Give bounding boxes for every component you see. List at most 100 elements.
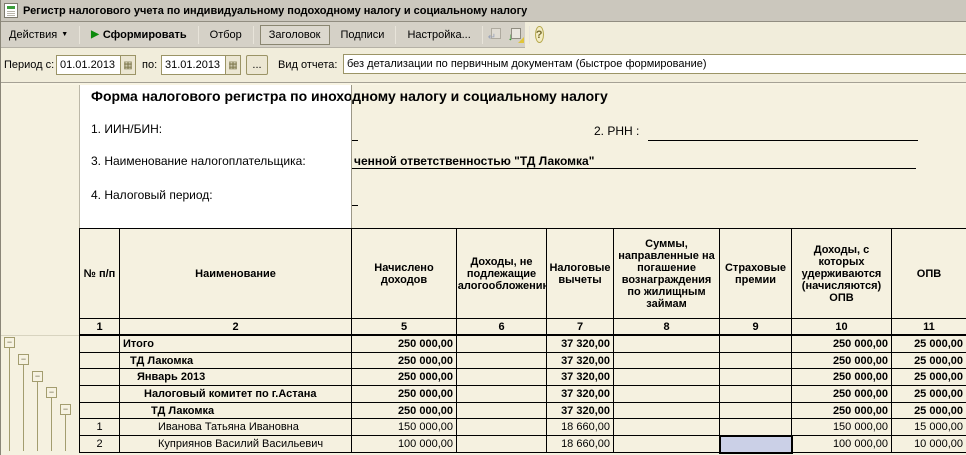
value-cell[interactable]	[720, 369, 792, 386]
value-cell[interactable]: 25 000,00	[892, 353, 966, 370]
value-cell[interactable]	[614, 353, 720, 370]
name-cell[interactable]: Итого	[120, 336, 352, 353]
name-cell[interactable]: Иванова Татьяна Ивановна	[120, 419, 352, 436]
actions-menu-button[interactable]: Действия ▼	[1, 24, 76, 46]
report-type-input[interactable]: без детализации по первичным документам …	[343, 54, 966, 74]
value-cell[interactable]: 25 000,00	[892, 403, 966, 420]
period-from-input[interactable]: 01.01.2013 ▦	[56, 55, 136, 75]
value-cell[interactable]	[457, 353, 547, 370]
name-cell[interactable]: Налоговый комитет по г.Астана	[120, 386, 352, 403]
value-cell[interactable]	[457, 419, 547, 436]
name-cell[interactable]: Куприянов Василий Васильевич	[120, 436, 352, 453]
value-cell[interactable]	[614, 336, 720, 353]
column-header[interactable]: Наименование	[120, 229, 352, 319]
value-cell[interactable]	[614, 419, 720, 436]
collapse-group-button[interactable]: −	[60, 404, 71, 415]
name-cell[interactable]: ТД Лакомка	[120, 403, 352, 420]
column-header[interactable]: Доходы, с которых удерживаются (начисляю…	[792, 229, 892, 319]
value-cell[interactable]	[614, 403, 720, 420]
value-cell[interactable]	[457, 403, 547, 420]
value-cell[interactable]: 18 660,00	[547, 419, 614, 436]
value-cell[interactable]	[720, 419, 792, 436]
value-cell[interactable]	[457, 386, 547, 403]
row-number-cell[interactable]	[80, 386, 120, 403]
value-cell[interactable]: 37 320,00	[547, 403, 614, 420]
row-number-cell[interactable]: 2	[80, 436, 120, 453]
value-cell[interactable]: 150 000,00	[792, 419, 892, 436]
value-cell[interactable]	[720, 353, 792, 370]
value-cell[interactable]: 25 000,00	[892, 369, 966, 386]
value-cell[interactable]	[614, 386, 720, 403]
row-number-cell[interactable]	[80, 403, 120, 420]
settings-button[interactable]: Настройка...	[399, 24, 478, 46]
value-cell[interactable]: 250 000,00	[352, 403, 457, 420]
value-cell[interactable]	[457, 436, 547, 453]
collapse-group-button[interactable]: −	[32, 371, 43, 382]
value-cell[interactable]: 100 000,00	[352, 436, 457, 453]
column-header[interactable]: Начислено доходов	[352, 229, 457, 319]
value-cell[interactable]: 37 320,00	[547, 369, 614, 386]
row-number-cell[interactable]: 1	[80, 419, 120, 436]
value-cell[interactable]: 25 000,00	[892, 336, 966, 353]
value-cell[interactable]	[720, 336, 792, 353]
value-cell[interactable]: 250 000,00	[792, 369, 892, 386]
generate-report-button[interactable]: ▶ Сформировать	[83, 24, 195, 46]
value-cell[interactable]: 250 000,00	[792, 403, 892, 420]
value-cell[interactable]: 250 000,00	[352, 353, 457, 370]
value-cell[interactable]: 250 000,00	[352, 369, 457, 386]
column-header[interactable]: Доходы, не подлежащие налогообложению	[457, 229, 547, 319]
value-cell[interactable]: 250 000,00	[352, 336, 457, 353]
value-cell[interactable]: 250 000,00	[792, 336, 892, 353]
column-number[interactable]: 1	[80, 319, 120, 336]
column-header[interactable]: Страховые премии	[720, 229, 792, 319]
calendar-icon[interactable]: ▦	[225, 56, 240, 74]
collapse-group-button[interactable]: −	[4, 337, 15, 348]
value-cell[interactable]: 100 000,00	[792, 436, 892, 453]
column-header[interactable]: ОПВ	[892, 229, 966, 319]
column-number[interactable]: 5	[352, 319, 457, 336]
value-cell[interactable]: 37 320,00	[547, 336, 614, 353]
row-number-cell[interactable]	[80, 369, 120, 386]
period-to-input[interactable]: 31.01.2013 ▦	[161, 55, 241, 75]
collapse-group-button[interactable]: −	[18, 354, 29, 365]
column-header[interactable]: Налоговые вычеты	[547, 229, 614, 319]
value-cell[interactable]: 37 320,00	[547, 386, 614, 403]
row-number-cell[interactable]	[80, 353, 120, 370]
value-cell[interactable]: 250 000,00	[352, 386, 457, 403]
name-cell[interactable]: Январь 2013	[120, 369, 352, 386]
value-cell[interactable]: 250 000,00	[792, 353, 892, 370]
value-cell[interactable]: 250 000,00	[792, 386, 892, 403]
period-picker-button[interactable]: ...	[246, 55, 268, 75]
value-cell[interactable]: 18 660,00	[547, 436, 614, 453]
signatures-button[interactable]: Подписи	[333, 24, 393, 46]
column-number[interactable]: 2	[120, 319, 352, 336]
column-header[interactable]: Суммы, направленные на погашение вознагр…	[614, 229, 720, 319]
value-cell[interactable]	[614, 436, 720, 453]
value-cell[interactable]	[720, 386, 792, 403]
filter-button[interactable]: Отбор	[202, 24, 250, 46]
value-cell[interactable]: 37 320,00	[547, 353, 614, 370]
column-number[interactable]: 7	[547, 319, 614, 336]
column-number[interactable]: 8	[614, 319, 720, 336]
value-cell[interactable]	[614, 369, 720, 386]
restore-settings-icon[interactable]: ↵	[488, 27, 504, 43]
value-cell[interactable]: 10 000,00	[892, 436, 966, 453]
value-cell[interactable]	[457, 336, 547, 353]
value-cell[interactable]: 15 000,00	[892, 419, 966, 436]
calendar-icon[interactable]: ▦	[120, 56, 135, 74]
value-cell[interactable]: 25 000,00	[892, 386, 966, 403]
help-button[interactable]: ?	[535, 26, 544, 43]
name-cell[interactable]: ТД Лакомка	[120, 353, 352, 370]
column-number[interactable]: 6	[457, 319, 547, 336]
collapse-group-button[interactable]: −	[46, 387, 57, 398]
column-number[interactable]: 9	[720, 319, 792, 336]
header-toggle-button[interactable]: Заголовок	[260, 25, 330, 45]
value-cell[interactable]	[457, 369, 547, 386]
column-number[interactable]: 10	[792, 319, 892, 336]
value-cell[interactable]: 150 000,00	[352, 419, 457, 436]
column-number[interactable]: 11	[892, 319, 966, 336]
value-cell[interactable]	[720, 403, 792, 420]
save-settings-icon[interactable]: ↓	[508, 27, 524, 43]
column-header[interactable]: № п/п	[80, 229, 120, 319]
selected-cell[interactable]	[720, 436, 792, 453]
